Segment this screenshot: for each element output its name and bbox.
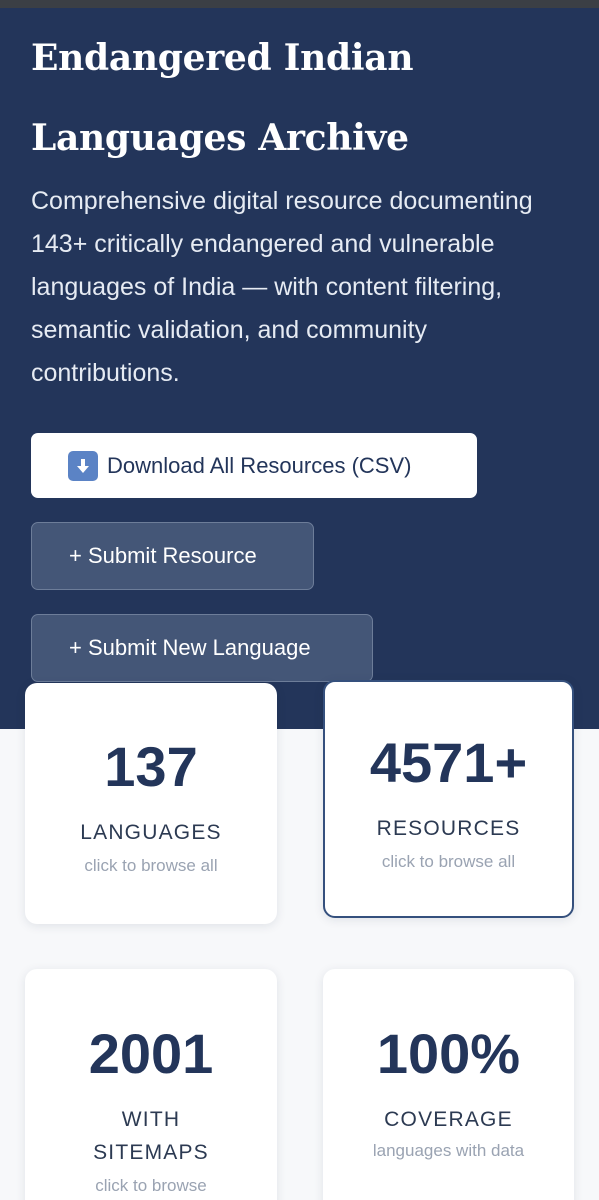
stat-card-coverage: 100% COVERAGE languages with data (323, 969, 574, 1200)
browser-top-bar (0, 0, 599, 8)
stat-hint: click to browse all (84, 856, 218, 875)
stat-label: LANGUAGES (80, 821, 222, 844)
stat-hint: click to browse (95, 1176, 207, 1195)
stat-hint: click to browse all (381, 852, 516, 871)
page-title: Endangered Indian Languages Archive (31, 37, 414, 159)
submit-language-label: + Submit New Language (69, 635, 311, 660)
stat-hint: languages with data (372, 1141, 525, 1160)
download-arrow-icon (68, 450, 98, 481)
submit-language-button[interactable]: + Submit New Language (31, 614, 373, 682)
stat-value: 137 (104, 735, 198, 798)
stat-card-sitemaps[interactable]: 2001 WITH SITEMAPS click to browse (25, 969, 277, 1200)
stat-label: COVERAGE (384, 1108, 513, 1131)
stat-value: 2001 (88, 1022, 214, 1085)
submit-resource-button[interactable]: + Submit Resource (31, 522, 314, 590)
download-csv-label: Download All Resources (CSV) (107, 452, 412, 478)
stat-value: 4571+ (369, 731, 528, 794)
stat-label: RESOURCES (376, 817, 521, 840)
stat-label: WITH SITEMAPS (93, 1108, 209, 1164)
download-csv-button[interactable]: Download All Resources (CSV) (31, 433, 477, 498)
page-subtitle: Comprehensive digital resource documenti… (31, 187, 533, 387)
stat-card-languages[interactable]: 137 LANGUAGES click to browse all (25, 683, 277, 924)
submit-resource-label: + Submit Resource (69, 543, 257, 568)
stat-value: 100% (376, 1022, 521, 1085)
stat-card-resources[interactable]: 4571+ RESOURCES click to browse all (323, 680, 574, 918)
